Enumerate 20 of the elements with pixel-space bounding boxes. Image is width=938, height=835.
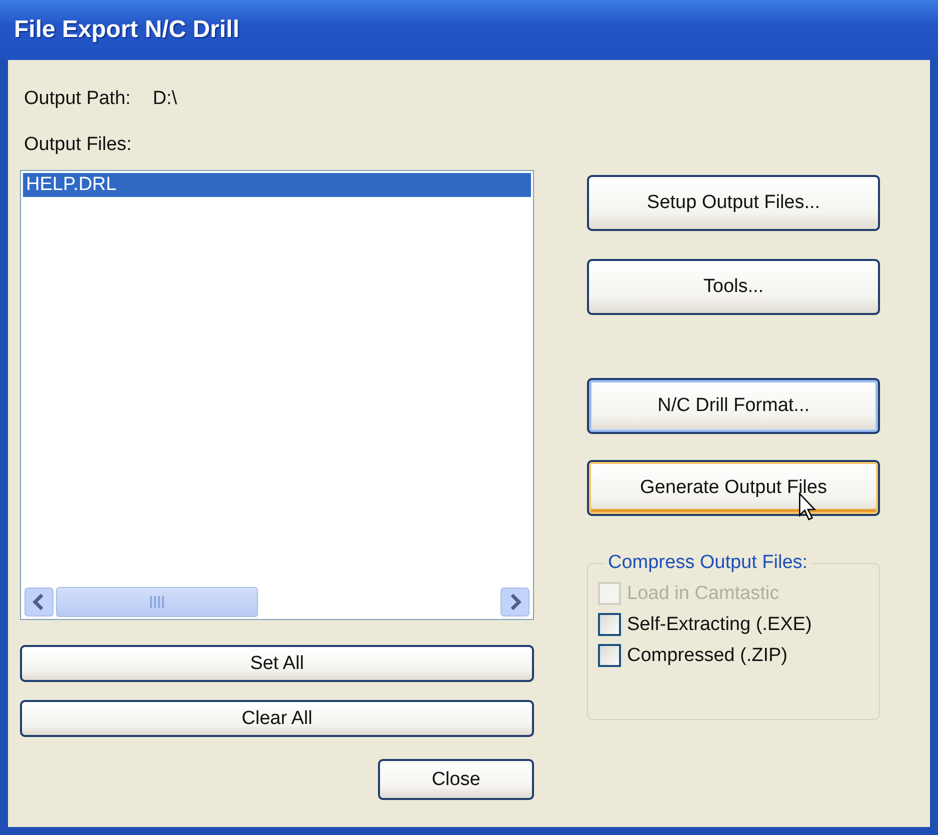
scroll-right-icon[interactable] xyxy=(500,587,530,617)
list-action-button[interactable]: Set All xyxy=(20,645,534,682)
scroll-left-icon[interactable] xyxy=(24,587,54,617)
dialog-button[interactable]: N/C Drill Format... xyxy=(587,378,880,434)
dialog-button[interactable]: Setup Output Files... xyxy=(587,175,880,231)
group-title: Compress Output Files: xyxy=(607,552,809,574)
checkbox-option[interactable]: Self-Extracting (.EXE) xyxy=(598,613,869,636)
mouse-cursor-icon xyxy=(798,492,818,522)
output-path-value: D:\ xyxy=(152,88,177,110)
close-button[interactable]: Close xyxy=(378,759,534,800)
file-list-item[interactable]: HELP.DRL xyxy=(23,173,531,197)
output-files-label: Output Files: xyxy=(23,134,132,156)
scroll-thumb[interactable] xyxy=(56,587,258,617)
dialog-button[interactable]: Tools... xyxy=(587,259,880,315)
output-files-list[interactable]: HELP.DRL xyxy=(20,170,534,620)
output-path-label: Output Path: xyxy=(24,88,131,110)
window-title: File Export N/C Drill xyxy=(14,16,240,44)
checkbox-option[interactable]: Compressed (.ZIP) xyxy=(598,644,869,667)
list-action-button[interactable]: Clear All xyxy=(20,700,534,737)
dialog-button[interactable]: Generate Output Files xyxy=(587,460,880,516)
